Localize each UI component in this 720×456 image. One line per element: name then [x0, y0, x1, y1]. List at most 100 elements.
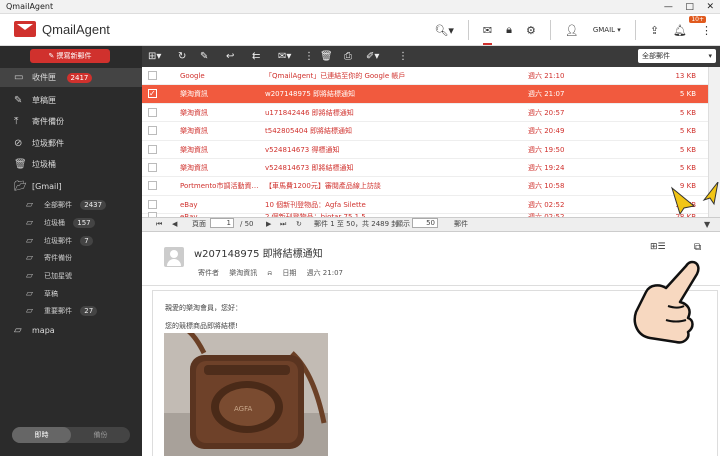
- brand: QmailAgent: [14, 21, 110, 37]
- sidebar-item-spam[interactable]: ⊘ 垃圾郵件: [0, 134, 142, 153]
- sidebar-subitem-drafts[interactable]: ▱ 草稿: [0, 286, 142, 303]
- sidebar-item-gmail[interactable]: 📂︎ [Gmail]: [0, 177, 142, 196]
- row-checkbox[interactable]: [148, 71, 157, 80]
- print-icon[interactable]: ⎙: [344, 49, 352, 64]
- spam-icon: ⊘: [14, 138, 23, 149]
- mail-row[interactable]: eBay 2 個新刊登物品：biotar 75 1.5 週六 02:52 28 …: [142, 208, 708, 217]
- account-icon[interactable]: 👤︎: [565, 24, 579, 37]
- reply-icon[interactable]: ↩: [226, 49, 234, 64]
- search-icon[interactable]: 🔍︎▾: [434, 24, 454, 37]
- mail-row[interactable]: 樂淘資訊 w207148975 即將結標通知 週六 21:07 5 KB: [142, 85, 708, 104]
- compose-button[interactable]: ✎ 撰寫新郵件: [30, 49, 110, 63]
- sidebar-subitem-all-mail[interactable]: ▱ 全部郵件 2437: [0, 197, 142, 214]
- sidebar-item-inbox[interactable]: ▭ 收件匣 2417: [0, 68, 142, 87]
- toggle-live[interactable]: 即時: [12, 427, 71, 443]
- row-checkbox[interactable]: [148, 163, 157, 172]
- page-label: 頁面: [192, 220, 206, 228]
- folder-icon: ▱: [26, 200, 33, 210]
- pencil-icon: ✎: [14, 95, 23, 106]
- sender-name[interactable]: 樂淘資訊: [229, 269, 257, 277]
- close-icon[interactable]: ✕: [706, 0, 714, 14]
- per-page-select[interactable]: 50 ▾: [412, 218, 438, 231]
- compose-icon[interactable]: ✎: [200, 49, 208, 64]
- mail-filter-select[interactable]: 全部郵件: [638, 49, 716, 63]
- row-checkbox[interactable]: [148, 107, 157, 117]
- sidebar-item-sent[interactable]: ⤒ 寄件備份: [0, 112, 142, 131]
- maximize-icon[interactable]: □: [685, 0, 694, 14]
- sidebar-item-drafts[interactable]: ✎ 草稿匣: [0, 91, 142, 110]
- reply-all-icon[interactable]: ⇇: [252, 49, 260, 64]
- window-titlebar: QmailAgent — □ ✕: [0, 0, 720, 14]
- mail-row[interactable]: 樂淘資訊 v524814673 得標通知 週六 19:50 5 KB: [142, 141, 708, 159]
- sync-mode-toggle[interactable]: 即時 備份: [12, 427, 130, 443]
- sidebar-item-trash[interactable]: 🗑︎ 垃圾桶: [0, 155, 142, 174]
- toggle-backup[interactable]: 備份: [71, 427, 130, 443]
- row-checkbox[interactable]: [148, 144, 157, 154]
- tag-icon[interactable]: ✐▾: [366, 49, 379, 64]
- window-title: QmailAgent: [6, 2, 54, 11]
- mail-logo-icon: [14, 21, 36, 37]
- message-subject: w207148975 即將結標通知: [194, 249, 323, 260]
- mail-row[interactable]: Portmento市調活動資… 【車馬費1200元】審閱產品線上訪談 週六 10…: [142, 177, 708, 196]
- folder-icon: ▱: [26, 271, 33, 281]
- account-name[interactable]: GMAIL ▾: [593, 26, 621, 34]
- mail-row[interactable]: Google 「QmailAgent」已連結至你的 Google 帳戶 週六 2…: [142, 67, 708, 86]
- mail-view-icon[interactable]: ✉︎: [482, 24, 493, 45]
- divider: [634, 20, 636, 40]
- row-checkbox[interactable]: [148, 89, 157, 99]
- message-line: 您的競標商品即將結標!: [165, 322, 238, 330]
- refresh-icon[interactable]: ↻: [296, 218, 302, 231]
- folder-icon: ▱: [26, 289, 33, 299]
- sidebar: ✎ 撰寫新郵件 ▭ 收件匣 2417 ✎ 草稿匣 ⤒ 寄件備份 ⊘ 垃圾郵件 🗑…: [0, 46, 142, 456]
- bell-icon[interactable]: 🔔︎: [673, 24, 687, 37]
- sidebar-item-mapa[interactable]: ▱ mapa: [0, 321, 142, 340]
- sidebar-subitem-important[interactable]: ▱ 重要郵件 27: [0, 303, 142, 320]
- row-checkbox[interactable]: [148, 126, 157, 136]
- notification-badge: 10+: [689, 16, 706, 23]
- popout-icon[interactable]: ⧉: [694, 242, 701, 253]
- folder-icon: ▱: [26, 253, 33, 263]
- pointing-hand-icon: [633, 260, 700, 344]
- mail-row[interactable]: 樂淘資訊 t542805404 即將結標通知 週六 20:49 5 KB: [142, 122, 708, 141]
- refresh-icon[interactable]: ↻: [178, 49, 186, 64]
- more-vertical-icon[interactable]: ⋮: [398, 49, 408, 64]
- message-greeting: 親愛的樂淘會員，您好：: [165, 304, 242, 312]
- minimize-icon[interactable]: —: [664, 0, 673, 14]
- trash-icon[interactable]: 🗑︎: [320, 49, 333, 64]
- message-date: 週六 21:07: [306, 269, 343, 277]
- sidebar-subitem-starred[interactable]: ▱ 已加星號: [0, 268, 142, 285]
- sidebar-subitem-spam[interactable]: ▱ 垃圾郵件 7: [0, 233, 142, 250]
- gear-icon[interactable]: ⚙︎: [526, 24, 536, 37]
- divider: [467, 20, 469, 40]
- row-checkbox[interactable]: [148, 181, 157, 191]
- sidebar-subitem-trash[interactable]: ▱ 垃圾桶 157: [0, 215, 142, 232]
- app-header: QmailAgent 🔍︎▾ ✉︎ 🔒︎ ⚙︎ 👤︎ GMAIL ▾ ⇪ 🔔︎ …: [0, 14, 720, 46]
- add-contact-icon[interactable]: ⍾: [267, 269, 272, 277]
- more-vertical-icon[interactable]: ⋮: [304, 49, 314, 64]
- first-page-icon[interactable]: ⏮: [156, 218, 162, 231]
- layout-view-icon[interactable]: ⊞☰: [650, 242, 666, 252]
- brand-name: QmailAgent: [42, 21, 110, 37]
- product-photo: AGFA: [164, 333, 328, 456]
- mail-row[interactable]: 樂淘資訊 u171842446 即將結標通知 週六 20:57 5 KB: [142, 104, 708, 123]
- prev-page-icon[interactable]: ◀: [172, 218, 177, 231]
- forward-icon[interactable]: ✉▾: [278, 49, 291, 64]
- inbox-icon: ▭: [14, 72, 24, 83]
- lock-icon[interactable]: 🔒︎: [506, 23, 512, 37]
- svg-text:AGFA: AGFA: [234, 405, 252, 413]
- mail-row[interactable]: 樂淘資訊 v524814673 即將結標通知 週六 19:24 5 KB: [142, 159, 708, 178]
- avatar: [164, 247, 184, 267]
- unread-count: 2417: [66, 73, 93, 83]
- select-icon[interactable]: ⊞▾: [148, 49, 161, 64]
- sidebar-subitem-sent[interactable]: ▱ 寄件備份: [0, 250, 142, 267]
- more-icon[interactable]: ⋮: [701, 24, 712, 37]
- annotation-arrows-icon: [671, 182, 719, 216]
- last-page-icon[interactable]: ⏭: [280, 218, 286, 231]
- upload-icon[interactable]: ⇪: [650, 24, 659, 37]
- mail-list: Google 「QmailAgent」已連結至你的 Google 帳戶 週六 2…: [142, 67, 720, 217]
- mail-toolbar: ⊞▾ ↻ ✎ ↩ ⇇ ✉▾ ⋮ 🗑︎ ⎙ ✐▾ ⋮ 全部郵件: [142, 46, 720, 67]
- folder-open-icon: 📂︎: [14, 181, 27, 192]
- message-meta: 寄件者 樂淘資訊 ⍾ 日期 週六 21:07: [198, 269, 343, 277]
- pager-bar: ⏮ ◀ 頁面 1 / 50 ▶ ⏭ ↻ 郵件 1 至 50，共 2489 封 顯…: [142, 217, 720, 232]
- next-page-icon[interactable]: ▶: [266, 218, 271, 231]
